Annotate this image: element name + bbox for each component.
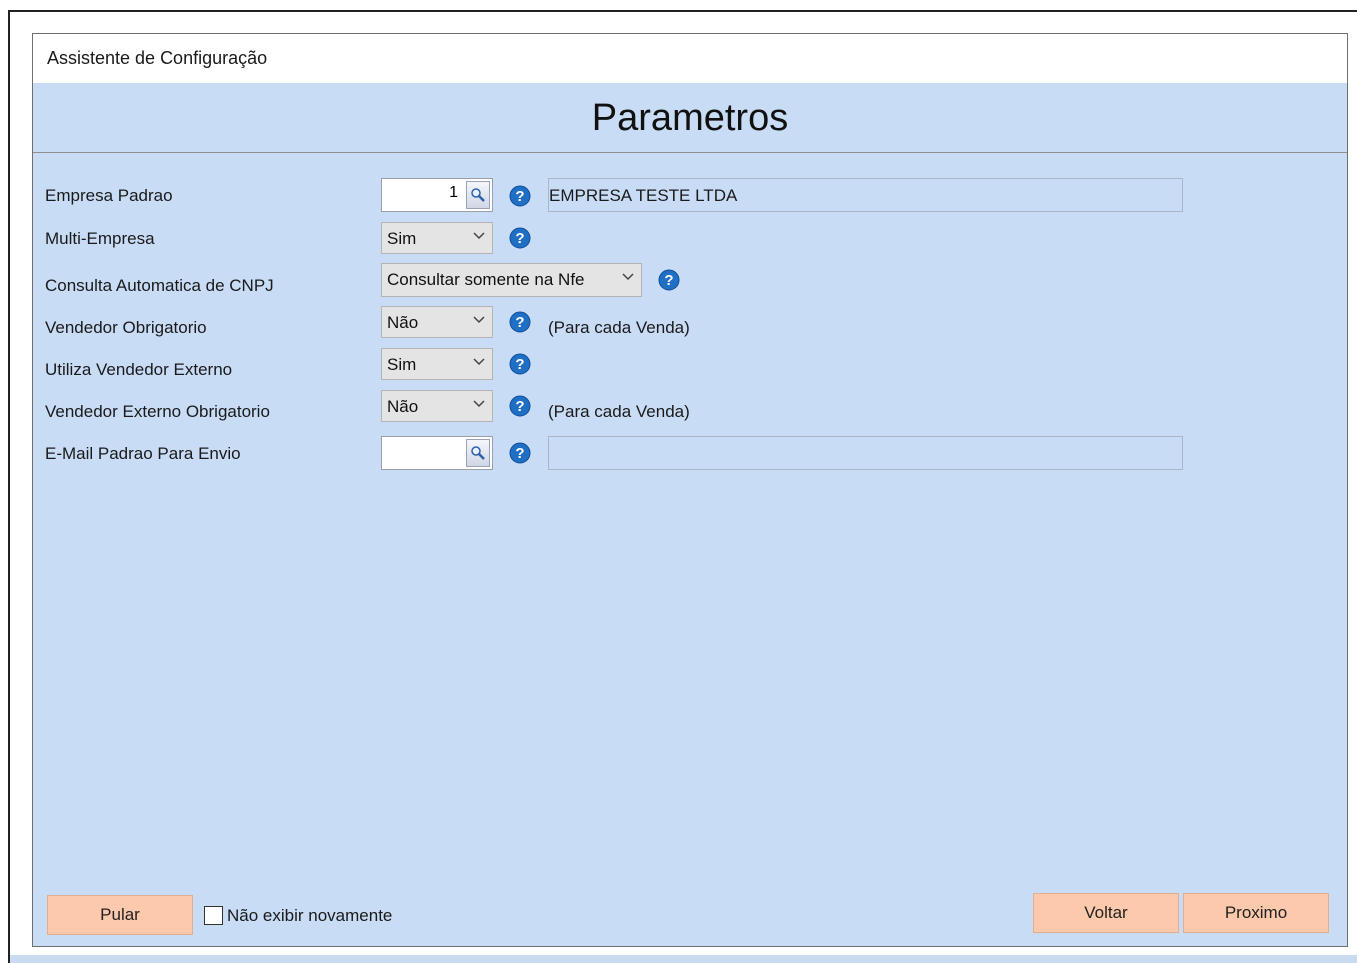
svg-text:?: ?	[515, 188, 524, 205]
email-padrao-label: E-Mail Padrao Para Envio	[45, 444, 241, 463]
empresa-padrao-input[interactable]: 1	[381, 178, 493, 212]
empresa-padrao-description: EMPRESA TESTE LTDA	[548, 178, 1183, 212]
vendedor-obrigatorio-value: Não	[387, 313, 419, 332]
chevron-down-icon	[473, 400, 485, 408]
title-bar: Assistente de Configuração	[33, 34, 1347, 83]
vendedor-obrigatorio-note: (Para cada Venda)	[548, 318, 690, 337]
magnifier-icon[interactable]	[466, 181, 490, 209]
utiliza-vendedor-externo-label: Utiliza Vendedor Externo	[45, 360, 233, 379]
multi-empresa-value: Sim	[387, 229, 417, 248]
help-icon[interactable]: ?	[509, 227, 531, 249]
multi-empresa-label: Multi-Empresa	[45, 229, 155, 248]
vendedor-externo-obrigatorio-select[interactable]: Não	[381, 390, 493, 422]
dont-show-checkbox[interactable]	[204, 906, 223, 925]
utiliza-vendedor-externo-select[interactable]: Sim	[381, 348, 493, 380]
svg-text:?: ?	[515, 398, 524, 415]
heading-divider	[33, 152, 1347, 153]
help-icon[interactable]: ?	[658, 269, 680, 291]
chevron-down-icon	[473, 358, 485, 366]
svg-text:?: ?	[515, 230, 524, 247]
empresa-padrao-label: Empresa Padrao	[45, 186, 173, 205]
page-heading: Parametros	[591, 97, 789, 139]
svg-text:?: ?	[515, 445, 524, 462]
vendedor-externo-obrigatorio-label: Vendedor Externo Obrigatorio	[45, 402, 270, 421]
email-padrao-description	[548, 436, 1183, 470]
vendedor-obrigatorio-select[interactable]: Não	[381, 306, 493, 338]
window-title: Assistente de Configuração	[47, 48, 268, 68]
magnifier-icon[interactable]	[466, 439, 490, 467]
help-icon[interactable]: ?	[509, 395, 531, 417]
utiliza-vendedor-externo-value: Sim	[387, 355, 417, 374]
screen-bottom-edge	[10, 955, 1357, 963]
vendedor-externo-obrigatorio-value: Não	[387, 397, 419, 416]
svg-text:?: ?	[515, 314, 524, 331]
next-button[interactable]: Proximo	[1183, 893, 1329, 933]
consulta-cnpj-label: Consulta Automatica de CNPJ	[45, 276, 274, 295]
consulta-cnpj-select[interactable]: Consultar somente na Nfe	[381, 263, 642, 297]
help-icon[interactable]: ?	[509, 442, 531, 464]
multi-empresa-select[interactable]: Sim	[381, 222, 493, 254]
back-button[interactable]: Voltar	[1033, 893, 1179, 933]
skip-button[interactable]: Pular	[47, 895, 193, 935]
vendedor-externo-obrigatorio-note: (Para cada Venda)	[548, 402, 690, 421]
config-wizard-window: Assistente de Configuração Parametros Em…	[32, 33, 1348, 947]
email-padrao-input[interactable]	[381, 436, 493, 470]
help-icon[interactable]: ?	[509, 353, 531, 375]
help-icon[interactable]: ?	[509, 311, 531, 333]
chevron-down-icon	[473, 232, 485, 240]
vendedor-obrigatorio-label: Vendedor Obrigatorio	[45, 318, 207, 337]
dont-show-label[interactable]: Não exibir novamente	[227, 906, 392, 926]
chevron-down-icon	[473, 316, 485, 324]
svg-text:?: ?	[664, 272, 673, 289]
empresa-padrao-value: 1	[449, 184, 458, 201]
help-icon[interactable]: ?	[509, 185, 531, 207]
svg-text:?: ?	[515, 356, 524, 373]
chevron-down-icon	[622, 273, 634, 281]
consulta-cnpj-value: Consultar somente na Nfe	[387, 270, 585, 289]
empresa-padrao-description-text: EMPRESA TESTE LTDA	[549, 186, 738, 205]
